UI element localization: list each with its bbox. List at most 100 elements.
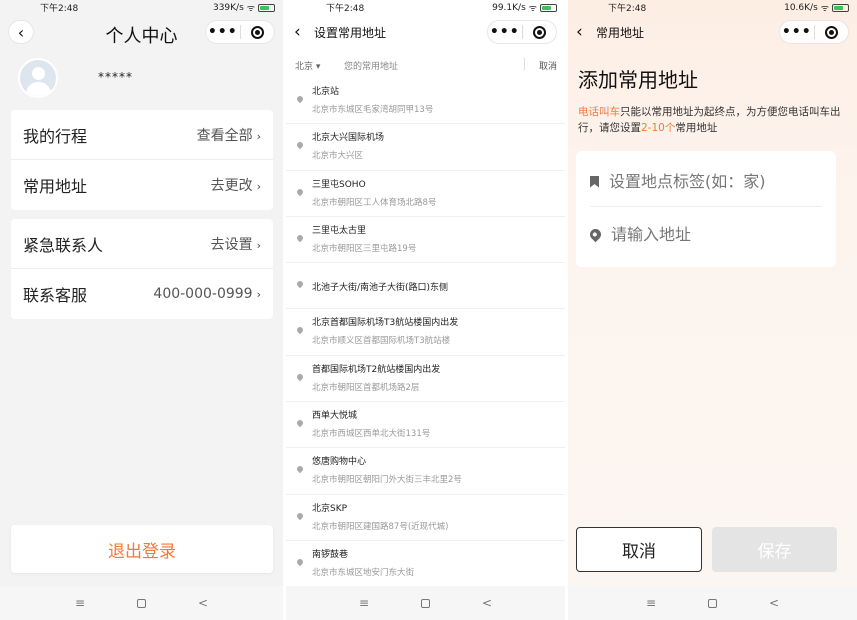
page-title: 添加常用地址 [578,68,698,92]
back-icon[interactable]: < [198,596,208,610]
location-pin-icon [295,187,305,196]
status-bar: 下午2:48 10.6K/s ᯤ [568,0,857,16]
status-time: 下午2:48 [608,4,647,14]
list-item[interactable]: 北京大兴国际机场 北京市大兴区 [286,124,565,171]
list-item[interactable]: 首都国际机场T2航站楼国内出发 北京市朝阳区首都机场路2层 [286,356,565,403]
target-icon [824,25,838,39]
battery-icon [258,3,275,12]
back-icon[interactable]: < [482,596,492,610]
target-icon [532,25,546,39]
profile-screen: 下午2:48 339K/s ᯤ ‹ 个人中心 ••• ***** 我的行程 查看… [0,0,283,620]
target-icon [250,25,264,39]
status-bar: 下午2:48 99.1K/s ᯤ [286,0,565,16]
city-selector[interactable]: 北京 ▾ [295,59,320,72]
list-item[interactable]: 三里屯太古里 北京市朝阳区三里屯路19号 [286,217,565,264]
list-item[interactable]: 北京站 北京市东城区毛家湾胡同甲13号 [286,78,565,125]
set-address-screen: 下午2:48 99.1K/s ᯤ ‹ 设置常用地址 ••• 北京 ▾ 您的常用地… [286,0,565,620]
mini-program-capsule: ••• [205,20,275,44]
caret-down-icon: ▾ [315,62,321,72]
location-pin-icon [295,326,305,335]
logout-button[interactable]: 退出登录 [11,525,273,573]
description-text: 电话叫车只能以常用地址为起终点，为方便您电话叫车出行，请您设置2-10个常用地址 [578,106,841,134]
chevron-right-icon: › [256,180,261,193]
menu-icon[interactable]: ≡ [75,596,85,610]
list-item[interactable]: 北池子大街/南池子大街(路口)东侧 [286,263,565,310]
back-button[interactable]: ‹ [576,22,583,42]
home-icon[interactable] [137,598,146,608]
nav-title: 常用地址 [596,26,645,40]
chevron-left-icon: ‹ [576,22,583,42]
signal-icon: ᯤ [528,4,537,14]
list-item[interactable]: 悠唐购物中心 北京市朝阳区朝阳门外大街三丰北里2号 [286,448,565,495]
address-form [576,151,836,267]
add-address-screen: 下午2:48 10.6K/s ᯤ ‹ 常用地址 ••• 添加常用地址 电话叫车只… [568,0,857,620]
location-pin-icon [295,418,305,428]
trip-address-card: 我的行程 查看全部 › 常用地址 去更改 › [11,110,273,210]
battery-icon [540,3,557,12]
cancel-button[interactable]: 取消 [576,527,702,572]
location-pin-icon [295,141,305,150]
system-nav-bar: ≡ < [0,586,283,620]
cancel-search-button[interactable]: 取消 [539,59,557,72]
list-item[interactable]: 西单大悦城 北京市西城区西单北大街131号 [286,402,565,449]
battery-icon [832,3,849,12]
close-mini-program-button[interactable] [523,25,557,39]
system-nav-bar: ≡ < [286,586,565,620]
menu-row-customer-service[interactable]: 联系客服 400-000-0999 › [11,269,273,319]
menu-row-my-trips[interactable]: 我的行程 查看全部 › [11,110,273,160]
status-time: 下午2:48 [40,4,79,14]
chevron-right-icon: › [256,129,261,143]
address-field-row [587,209,822,259]
menu-icon[interactable]: ≡ [646,596,656,610]
network-speed: 10.6K/s [784,2,818,13]
location-pin-icon [295,465,305,474]
status-time: 下午2:48 [326,4,365,14]
username: ***** [98,70,133,84]
more-icon[interactable]: ••• [488,22,522,42]
location-pin-icon [295,511,305,520]
back-button[interactable]: ‹ [294,22,301,42]
avatar[interactable] [18,58,58,98]
more-icon[interactable]: ••• [206,22,240,42]
network-speed: 99.1K/s [492,2,526,13]
address-search-bar: 北京 ▾ 您的常用地址 取消 [286,56,565,76]
more-icon[interactable]: ••• [780,22,814,42]
list-item[interactable]: 北京首都国际机场T3航站楼国内出发 北京市顺义区首都国际机场T3航站楼 [286,309,565,356]
location-pin-icon [295,372,305,382]
mini-program-capsule: ••• [779,20,849,44]
mini-program-capsule: ••• [487,20,557,44]
location-pin-icon [295,233,305,243]
close-mini-program-button[interactable] [815,25,849,39]
signal-icon: ᯤ [246,4,255,14]
address-input[interactable] [611,224,811,244]
location-pin-icon [295,279,305,289]
back-icon[interactable]: < [769,596,779,610]
list-item[interactable]: 北京SKP 北京市朝阳区建国路87号(近现代城) [286,495,565,541]
list-item[interactable]: 三里屯SOHO 北京市朝阳区工人体育场北路8号 [286,171,565,217]
network-speed: 339K/s [212,2,244,13]
menu-row-common-address[interactable]: 常用地址 去更改 › [11,160,273,210]
location-pin-icon [587,226,604,242]
save-button[interactable]: 保存 [712,527,837,572]
home-icon[interactable] [708,598,717,608]
address-search-input[interactable]: 您的常用地址 [344,59,398,72]
bookmark-icon [590,175,599,188]
chevron-left-icon: ‹ [294,22,301,42]
status-bar: 下午2:48 339K/s ᯤ [0,0,283,16]
close-mini-program-button[interactable] [241,25,275,39]
chevron-right-icon: › [256,238,261,252]
menu-row-emergency-contact[interactable]: 紧急联系人 去设置 › [11,219,273,269]
location-pin-icon [295,94,305,104]
home-icon[interactable] [421,598,430,608]
location-pin-icon [295,557,305,567]
label-field-row [590,157,822,207]
menu-icon[interactable]: ≡ [359,596,369,610]
list-item[interactable]: 南锣鼓巷 北京市东城区地安门东大街 [286,541,565,588]
page-title: 设置常用地址 [314,26,387,40]
address-list: 北京站 北京市东城区毛家湾胡同甲13号 北京大兴国际机场 北京市大兴区 三里屯S… [286,78,565,588]
system-nav-bar: ≡ < [568,586,857,620]
contact-card: 紧急联系人 去设置 › 联系客服 400-000-0999 › [11,219,273,319]
location-label-input[interactable] [609,172,809,191]
chevron-right-icon: › [256,288,261,301]
signal-icon: ᯤ [820,4,829,14]
